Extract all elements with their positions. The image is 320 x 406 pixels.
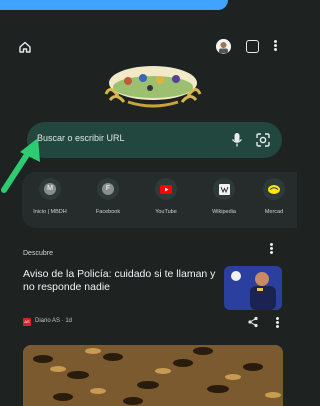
shortcut-label: Inicio | MBDH — [33, 209, 67, 215]
share-icon[interactable] — [247, 316, 259, 328]
shortcut-youtube[interactable]: YouTube — [138, 178, 194, 215]
article-menu-icon[interactable] — [275, 316, 279, 328]
article-image-bees[interactable] — [23, 345, 283, 406]
shortcut-label: Wikipedia — [212, 209, 236, 215]
highlight-banner — [0, 0, 228, 10]
wikipedia-icon — [218, 183, 230, 195]
discover-menu-icon[interactable] — [269, 242, 273, 254]
shortcuts-panel: M Inicio | MBDH F Facebook YouTube Wikip… — [22, 172, 297, 228]
youtube-icon — [160, 184, 172, 194]
avatar-icon — [216, 39, 231, 54]
google-lens-icon[interactable] — [255, 132, 271, 148]
microphone-icon[interactable] — [230, 132, 244, 148]
discover-header: Descubre — [23, 242, 283, 257]
source-name: Diario AS · 1d — [35, 318, 73, 324]
tab-switcher-button[interactable] — [246, 40, 259, 53]
facebook-icon: F — [102, 183, 114, 195]
google-doodle[interactable] — [98, 64, 208, 110]
search-bar[interactable]: Buscar o escribir URL — [27, 122, 282, 158]
search-placeholder[interactable]: Buscar o escribir URL — [37, 133, 125, 143]
shortcut-label: Mercad — [264, 209, 284, 215]
top-toolbar — [0, 36, 297, 60]
police-photo-image — [224, 266, 282, 310]
article-headline[interactable]: Aviso de la Policía: cuidado si te llama… — [23, 268, 218, 294]
shortcut-facebook[interactable]: F Facebook — [80, 178, 136, 215]
shortcut-label: Facebook — [95, 209, 121, 215]
shortcut-mercado[interactable]: Mercad — [254, 178, 294, 215]
article-source-row: AS Diario AS · 1d — [23, 316, 283, 328]
top-banner — [0, 0, 297, 14]
m-icon: M — [44, 183, 56, 195]
bees-image — [23, 345, 283, 406]
profile-avatar[interactable] — [216, 39, 231, 54]
source-logo: AS — [23, 318, 31, 326]
more-menu-icon[interactable] — [273, 39, 277, 53]
shortcut-label: YouTube — [155, 209, 177, 215]
shortcut-inicio-mbdh[interactable]: M Inicio | MBDH — [22, 178, 78, 215]
shortcut-wikipedia[interactable]: Wikipedia — [196, 178, 252, 215]
article-thumbnail[interactable] — [224, 266, 282, 310]
discover-title: Descubre — [23, 250, 53, 257]
mercado-icon — [268, 184, 280, 194]
home-icon[interactable] — [18, 40, 32, 54]
